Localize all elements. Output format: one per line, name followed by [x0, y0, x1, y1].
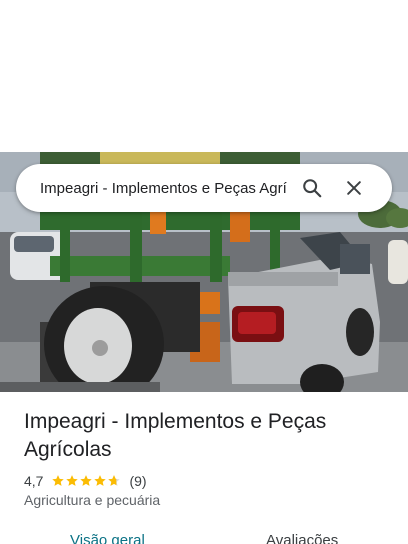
rating-row[interactable]: 4,7 (9): [24, 471, 147, 491]
close-icon[interactable]: [336, 170, 372, 206]
tab-bar: Visão geral Avaliações: [0, 528, 408, 544]
star-icon: [80, 475, 93, 486]
rating-value: 4,7: [24, 473, 44, 489]
search-input[interactable]: Impeagri - Implementos e Peças Agrí: [40, 180, 288, 197]
star-rating: [51, 474, 121, 488]
place-category: Agricultura e pecuária: [24, 492, 161, 508]
star-icon: [94, 475, 107, 486]
map-blank-area: [0, 0, 408, 152]
place-panel: Impeagri - Implementos e Peças Agrí Impe…: [0, 0, 408, 544]
tab-reviews[interactable]: Avaliações: [266, 532, 338, 544]
star-icon: [52, 475, 65, 486]
star-half-icon: [108, 475, 121, 486]
place-title: Impeagri - Implementos e Peças Agrícolas: [24, 410, 327, 461]
star-icon: [66, 475, 79, 486]
tab-overview[interactable]: Visão geral: [70, 532, 145, 544]
search-bar[interactable]: Impeagri - Implementos e Peças Agrí: [16, 164, 392, 212]
review-count: (9): [129, 473, 147, 489]
search-icon[interactable]: [294, 170, 330, 206]
